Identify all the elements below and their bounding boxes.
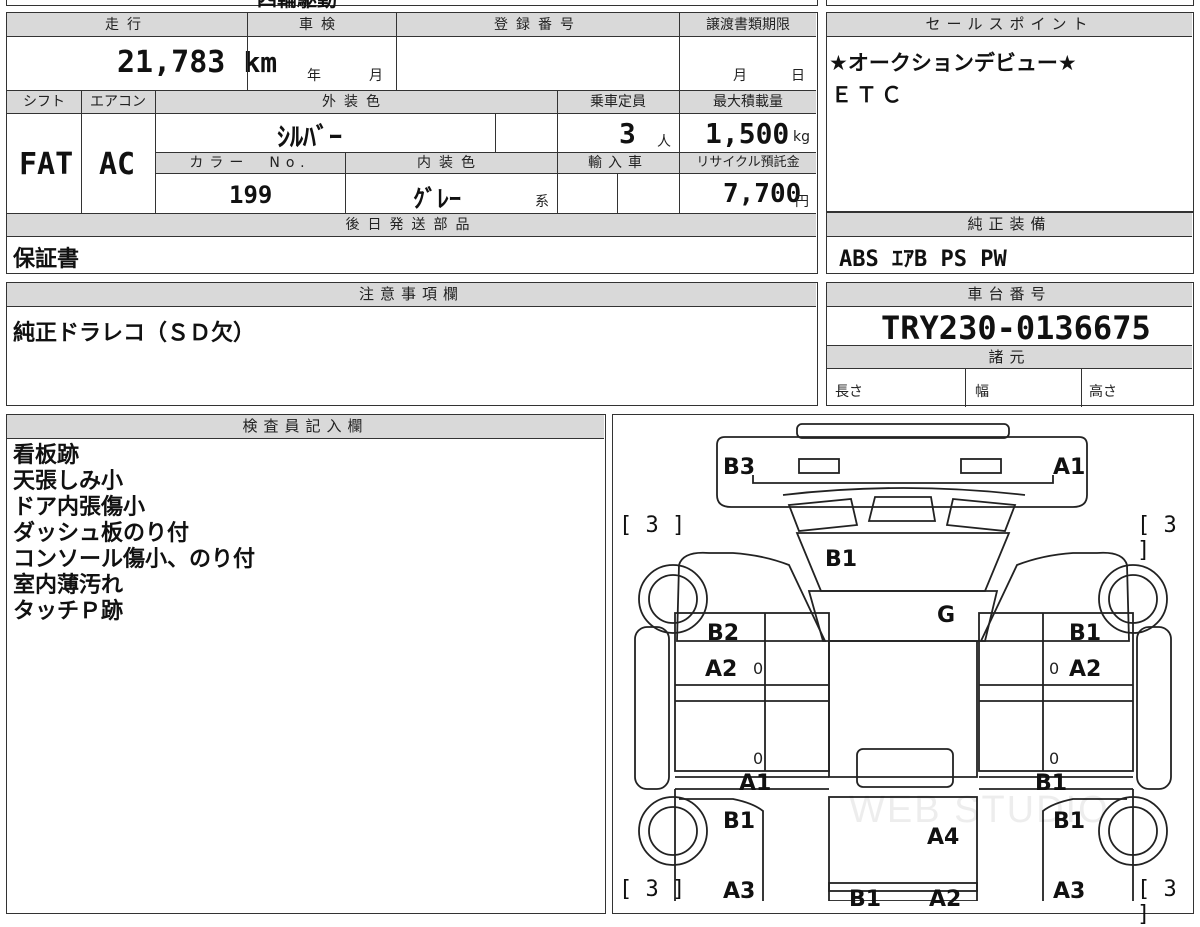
import-label: 輸入車 (588, 155, 648, 171)
cab-roof (828, 640, 978, 778)
fog-lamp-right (960, 458, 1002, 474)
left-mirror (634, 626, 670, 790)
max-load-unit: kg (793, 129, 810, 145)
registration-label: 登録番号 (494, 17, 582, 33)
damage-right-front-door: A2 (1069, 657, 1102, 682)
ac-value: AC (99, 147, 136, 182)
equipment-box: 純正装備 ABS ｴｱB PS PW (826, 212, 1194, 274)
damage-left-front-fender: B2 (707, 621, 740, 646)
damage-left-rear-upper: B1 (723, 809, 756, 834)
inspector-label: 検査員記入欄 (7, 415, 604, 439)
inspector-note: コンソール傷小、のり付 (13, 547, 256, 572)
rear-window (856, 748, 954, 788)
inspection-year: 年 (307, 68, 321, 84)
damage-diagram-box: [ 3 ] [ 3 ] [ 3 ] [ 3 ] B3 A1 B1 G B2 A2… (612, 414, 1194, 927)
inspector-box: 検査員記入欄 看板跡 天張しみ小 ドア内張傷小 ダッシュ板のり付 コンソール傷小… (6, 414, 606, 914)
capacity-value: 3 (619, 117, 636, 150)
damage-left-rear-lower: A3 (723, 879, 756, 904)
chassis-box: 車台番号 TRY230-0136675 諸元 長さ 幅 高さ (826, 282, 1194, 407)
transfer-day: 日 (791, 68, 805, 84)
exterior-color-value: ｼﾙﾊﾞｰ (277, 123, 343, 153)
left-front-fender (676, 551, 827, 642)
shift-label: シフト (23, 94, 65, 110)
cab-front (782, 487, 1026, 496)
inspector-note: タッチＰ跡 (13, 599, 124, 624)
inspector-notes: 看板跡 天張しみ小 ドア内張傷小 ダッシュ板のり付 コンソール傷小、のり付 室内… (13, 443, 255, 625)
sales-point-box: セールスポイント ★オークションデビュー★ ＥＴＣ (826, 12, 1194, 212)
damage-front-right: A1 (1053, 455, 1086, 480)
chassis-label: 車台番号 (827, 283, 1192, 307)
inspector-note: 天張しみ小 (13, 469, 124, 494)
tire-tread-front-left: [ 3 ] (619, 513, 686, 538)
damage-windshield: G (937, 603, 956, 628)
later-parts-value: 保証書 (13, 247, 80, 272)
tire-tread-front-right: [ 3 ] (1137, 513, 1177, 563)
interior-color-suffix: 系 (535, 194, 549, 210)
max-load-label: 最大積載量 (713, 94, 783, 110)
width-label: 幅 (975, 384, 989, 400)
height-label: 高さ (1089, 384, 1117, 400)
recycle-label: リサイクル預託金 (696, 155, 800, 170)
recycle-unit: 円 (795, 194, 809, 210)
capacity-label: 乗車定員 (590, 94, 646, 110)
sales-point-line-1: ★オークションデビュー★ (829, 51, 1077, 75)
interior-color-label: 内装色 (417, 155, 483, 171)
damage-right-front-fender: B1 (1069, 621, 1102, 646)
damage-right-rear-lower: A3 (1053, 879, 1086, 904)
tire-tread-rear-left: [ 3 ] (619, 877, 686, 902)
notes-value: 純正ドラレコ（ＳＤ欠） (13, 321, 256, 346)
damage-left-front-door: A2 (705, 657, 738, 682)
right-mirror (1136, 626, 1172, 790)
inspection-label: 車検 (299, 17, 343, 33)
small-mark: 0 (1049, 749, 1060, 768)
mileage-label: 走行 (105, 17, 149, 33)
color-no-label: カラー No. (189, 155, 311, 171)
sales-point-label: セールスポイント (827, 13, 1192, 37)
inspector-note: 室内薄汚れ (13, 573, 124, 598)
top-strip-right (826, 0, 1194, 6)
front-bumper-bar (796, 423, 1010, 439)
equipment-value: ABS ｴｱB PS PW (839, 247, 1007, 272)
later-parts-label: 後日発送部品 (345, 217, 478, 233)
sales-point-line-2: ＥＴＣ (831, 83, 906, 107)
mileage-value: 21,783 km (117, 45, 278, 80)
right-door (978, 612, 1134, 772)
shift-value: FAT (19, 147, 74, 182)
specs-label: 諸元 (827, 345, 1192, 369)
color-no-value: 199 (229, 181, 273, 209)
inspector-note: ダッシュ板のり付 (13, 521, 190, 546)
inspection-month: 月 (369, 68, 383, 84)
length-label: 長さ (835, 384, 863, 400)
left-door (674, 612, 830, 772)
inspector-note: ドア内張傷小 (13, 495, 146, 520)
fog-lamp-left (798, 458, 840, 474)
ac-label: エアコン (90, 94, 146, 110)
chassis-value: TRY230-0136675 (881, 309, 1151, 347)
top-strip-partial: 四輪駆動 (257, 0, 337, 12)
capacity-unit: 人 (657, 134, 671, 150)
damage-hood: B1 (825, 547, 858, 572)
right-front-fender (979, 551, 1130, 642)
damage-front-left: B3 (723, 455, 756, 480)
recycle-value: 7,700 (723, 179, 802, 209)
transfer-month: 月 (733, 68, 747, 84)
damage-left-sill: A1 (739, 771, 772, 796)
inspector-note: 看板跡 (13, 443, 80, 468)
equipment-label: 純正装備 (827, 213, 1192, 237)
small-mark: 0 (753, 659, 764, 678)
max-load-value: 1,500 (705, 117, 790, 150)
watermark: WEB STUDIO (849, 789, 1110, 831)
small-mark: 0 (753, 749, 764, 768)
top-strip: 四輪駆動 (6, 0, 818, 11)
interior-color-value: ｸﾞﾚｰ (413, 185, 461, 213)
tire-tread-rear-right: [ 3 ] (1137, 877, 1177, 927)
notes-box: 注意事項欄 純正ドラレコ（ＳＤ欠） (6, 282, 818, 406)
transfer-label: 譲渡書類期限 (706, 17, 790, 33)
exterior-color-label: 外装色 (322, 94, 388, 110)
notes-label: 注意事項欄 (7, 283, 816, 307)
small-mark: 0 (1049, 659, 1060, 678)
vehicle-info-block: 走行 車検 登録番号 譲渡書類期限 21,783 km 年 月 月 日 シフト … (6, 12, 818, 274)
